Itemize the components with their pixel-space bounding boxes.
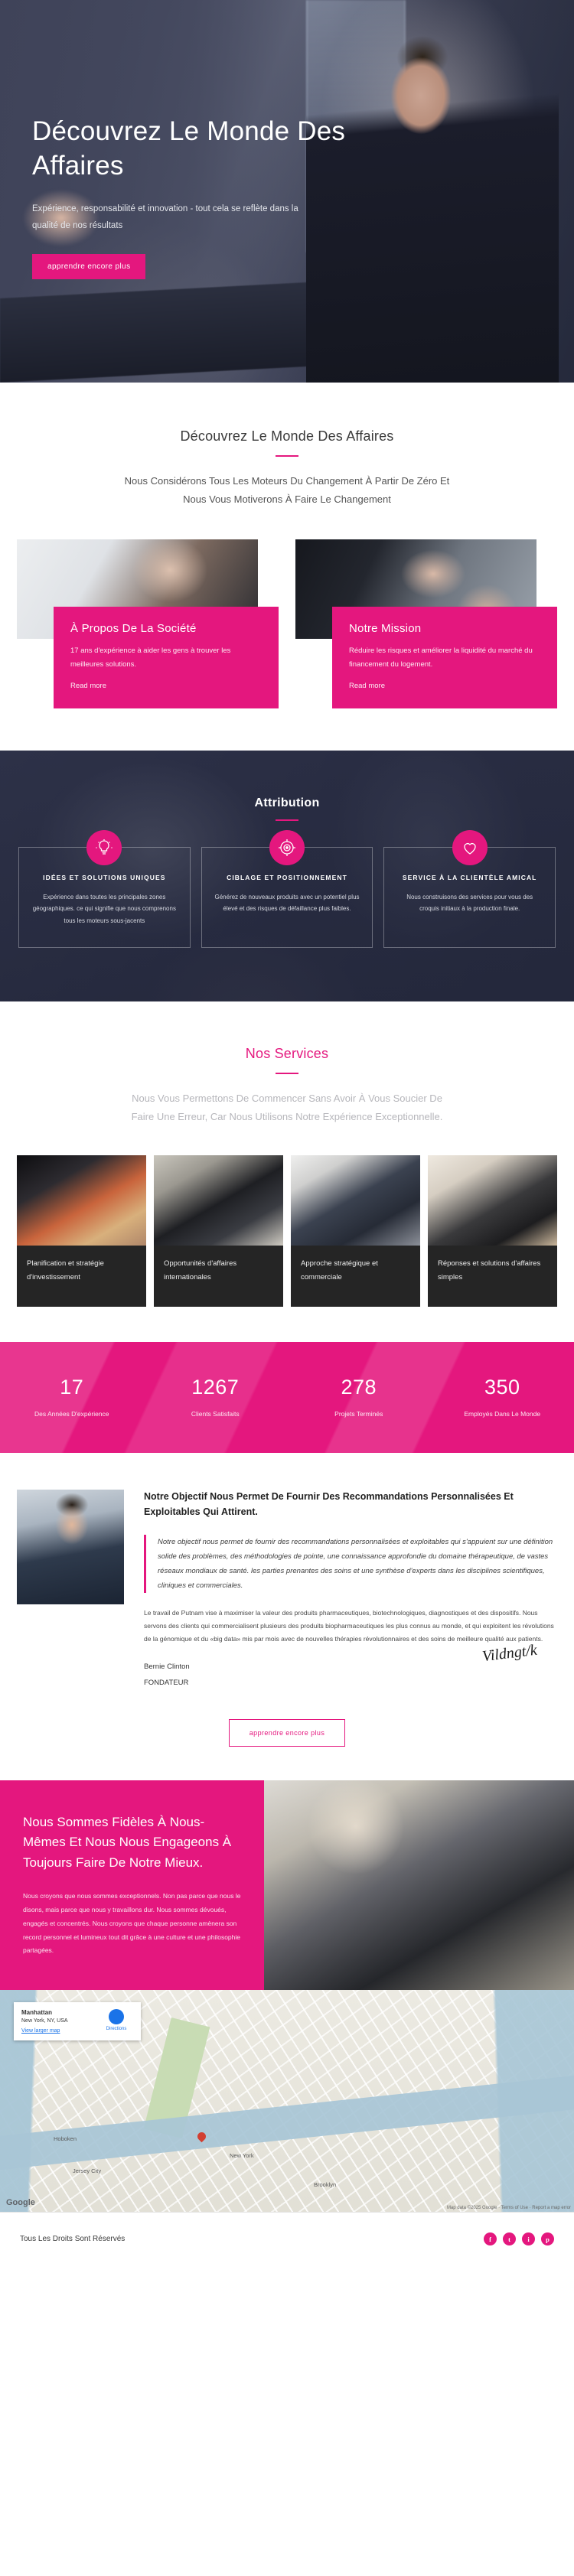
attribution-divider xyxy=(276,819,298,822)
social-links: f t i p xyxy=(484,2232,554,2246)
intro-cards: À Propos De La Société 17 ans d'expérien… xyxy=(0,509,574,751)
intro-section: Découvrez Le Monde Des Affaires Nous Con… xyxy=(0,383,574,751)
attribution-features: IDÉES ET SOLUTIONS UNIQUES Expérience da… xyxy=(0,830,574,949)
feature-card-targeting[interactable]: CIBLAGE ET POSITIONNEMENT Générez de nou… xyxy=(201,830,373,949)
hero-cta-button[interactable]: apprendre encore plus xyxy=(32,254,146,280)
directions-icon xyxy=(109,2009,124,2025)
commitment-text: Nous croyons que nous sommes exceptionne… xyxy=(23,1892,241,1955)
hero-laptop-decor xyxy=(0,281,329,383)
services-grid: Planification et stratégie d'investissem… xyxy=(0,1126,574,1308)
intro-divider xyxy=(276,455,298,457)
commitment-section: Nous Sommes Fidèles À Nous-Mêmes Et Nous… xyxy=(0,1780,574,1991)
service-card-image xyxy=(17,1155,146,1246)
hero-subtitle: Expérience, responsabilité et innovation… xyxy=(32,204,298,231)
services-divider xyxy=(276,1073,298,1075)
intro-card-title: Notre Mission xyxy=(349,622,422,636)
service-card[interactable]: Opportunités d'affaires internationales xyxy=(154,1155,283,1308)
map-directions-label: Directions xyxy=(106,2027,127,2032)
stat-employees: 350 Employés Dans Le Monde xyxy=(431,1376,574,1418)
intro-subtitle: Nous Considérons Tous Les Moteurs Du Cha… xyxy=(124,475,450,506)
feature-text: Nous construisons des services pour vous… xyxy=(406,894,533,913)
pinterest-icon[interactable]: p xyxy=(541,2232,554,2246)
page-footer: Tous Les Droits Sont Réservés f t i p xyxy=(0,2212,574,2266)
google-logo: Google xyxy=(6,2198,35,2208)
service-card-title: Planification et stratégie d'investissem… xyxy=(27,1259,104,1281)
stat-label: Projets Terminés xyxy=(334,1410,383,1418)
intro-title: Découvrez Le Monde Des Affaires xyxy=(180,428,394,444)
founder-photo xyxy=(17,1490,124,1605)
feature-text: Expérience dans toutes les principales z… xyxy=(32,894,176,924)
services-subtitle: Nous Vous Permettons De Commencer Sans A… xyxy=(131,1093,443,1123)
facebook-icon[interactable]: f xyxy=(484,2232,497,2246)
stat-clients: 1267 Clients Satisfaits xyxy=(144,1376,288,1418)
service-card-title: Opportunités d'affaires internationales xyxy=(164,1259,237,1281)
target-icon xyxy=(269,830,305,866)
landing-page: Découvrez Le Monde Des Affaires Expérien… xyxy=(0,0,574,2266)
commitment-image xyxy=(264,1780,574,1991)
intro-card-text: Réduire les risques et améliorer la liqu… xyxy=(349,646,533,669)
map-info-card[interactable]: Directions Manhattan New York, NY, USA V… xyxy=(14,2002,141,2041)
feature-card-support[interactable]: SERVICE À LA CLIENTÈLE AMICAL Nous const… xyxy=(383,830,556,949)
testimonial-heading: Notre Objectif Nous Permet De Fournir De… xyxy=(144,1491,514,1517)
map-label-brooklyn: Brooklyn xyxy=(314,2181,337,2189)
map-label-jerseycity: Jersey City xyxy=(73,2167,102,2175)
map-label-newyork: New York xyxy=(230,2152,254,2160)
testimonial-section: Notre Objectif Nous Permet De Fournir De… xyxy=(0,1453,574,1703)
service-card[interactable]: Planification et stratégie d'investissem… xyxy=(17,1155,146,1308)
service-card-title: Réponses et solutions d'affaires simples xyxy=(438,1259,541,1281)
attribution-section: Attribution IDÉES ET SOLUTIONS UNIQUES E… xyxy=(0,751,574,1002)
feature-text: Générez de nouveaux produits avec un pot… xyxy=(214,894,360,913)
services-title: Nos Services xyxy=(245,1046,329,1062)
service-card-title: Approche stratégique et commerciale xyxy=(301,1259,378,1281)
stat-projects: 278 Projets Terminés xyxy=(287,1376,431,1418)
map-address: New York, NY, USA xyxy=(21,2018,68,2024)
map-attribution-text: Map data ©2025 Google · Terms of Use · R… xyxy=(446,2206,571,2211)
stats-section: 17 Des Années D'expérience 1267 Clients … xyxy=(0,1342,574,1454)
service-card-image xyxy=(291,1155,420,1246)
attribution-title: Attribution xyxy=(254,796,320,810)
stat-number: 17 xyxy=(60,1376,84,1399)
stat-number: 278 xyxy=(341,1376,377,1399)
service-card-image xyxy=(154,1155,283,1246)
feature-title: SERVICE À LA CLIENTÈLE AMICAL xyxy=(402,874,537,882)
testimonial-body: Le travail de Putnam vise à maximiser la… xyxy=(144,1609,554,1643)
intro-card-readmore-link[interactable]: Read more xyxy=(70,682,106,690)
service-card[interactable]: Réponses et solutions d'affaires simples xyxy=(428,1155,557,1308)
testimonial-author-role: FONDATEUR xyxy=(144,1679,189,1688)
instagram-icon[interactable]: i xyxy=(522,2232,535,2246)
stat-label: Employés Dans Le Monde xyxy=(464,1410,541,1418)
testimonial-quote: Notre objectif nous permet de fournir de… xyxy=(144,1535,557,1594)
copyright-text: Tous Les Droits Sont Réservés xyxy=(20,2235,126,2244)
twitter-icon[interactable]: t xyxy=(503,2232,516,2246)
services-section: Nos Services Nous Vous Permettons De Com… xyxy=(0,1001,574,1343)
stat-number: 1267 xyxy=(191,1376,240,1399)
map-section[interactable]: Directions Manhattan New York, NY, USA V… xyxy=(0,1990,574,2213)
stat-label: Clients Satisfaits xyxy=(191,1410,240,1418)
map-directions-button[interactable]: Directions xyxy=(99,2009,133,2031)
stat-label: Des Années D'expérience xyxy=(34,1410,109,1418)
service-card[interactable]: Approche stratégique et commerciale xyxy=(291,1155,420,1308)
intro-card-mission[interactable]: Notre Mission Réduire les risques et amé… xyxy=(295,539,557,709)
stat-years: 17 Des Années D'expérience xyxy=(0,1376,144,1418)
commitment-heading: Nous Sommes Fidèles À Nous-Mêmes Et Nous… xyxy=(23,1815,232,1870)
feature-title: IDÉES ET SOLUTIONS UNIQUES xyxy=(43,874,166,882)
map-label-hoboken: Hoboken xyxy=(54,2135,77,2143)
intro-card-about[interactable]: À Propos De La Société 17 ans d'expérien… xyxy=(17,539,279,709)
hero-title: Découvrez Le Monde Des Affaires xyxy=(32,116,346,181)
testimonial-cta-button[interactable]: apprendre encore plus xyxy=(228,1719,346,1747)
intro-card-readmore-link[interactable]: Read more xyxy=(349,682,385,690)
lightbulb-icon xyxy=(86,830,122,866)
intro-card-text: 17 ans d'expérience à aider les gens à t… xyxy=(70,646,231,669)
testimonial-cta-wrap: apprendre encore plus xyxy=(0,1702,574,1780)
intro-card-title: À Propos De La Société xyxy=(70,622,197,636)
feature-title: CIBLAGE ET POSITIONNEMENT xyxy=(227,874,347,882)
feature-card-ideas[interactable]: IDÉES ET SOLUTIONS UNIQUES Expérience da… xyxy=(18,830,191,949)
service-card-image xyxy=(428,1155,557,1246)
hero-section: Découvrez Le Monde Des Affaires Expérien… xyxy=(0,0,574,383)
stat-number: 350 xyxy=(484,1376,520,1399)
heart-icon xyxy=(452,830,488,866)
